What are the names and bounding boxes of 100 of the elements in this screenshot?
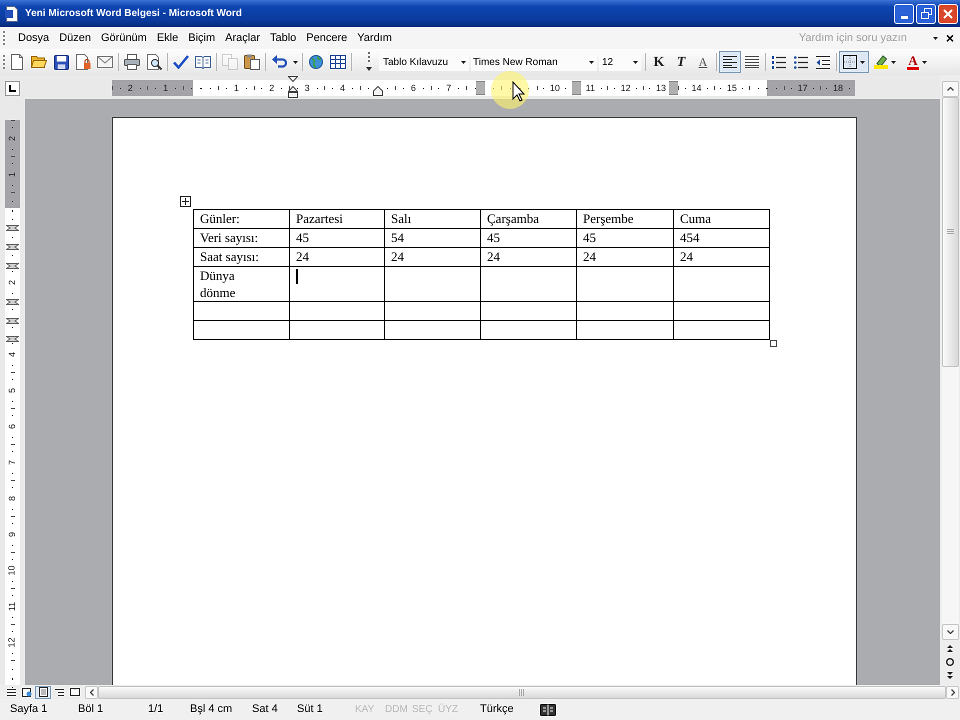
row-marker-icon[interactable] bbox=[6, 244, 19, 250]
print-layout-view-button[interactable] bbox=[35, 686, 51, 698]
row-marker-icon[interactable] bbox=[6, 336, 19, 342]
caret-down-icon bbox=[860, 60, 865, 64]
menu-item[interactable]: Ekle bbox=[152, 30, 184, 46]
ruler-number: 5 bbox=[8, 388, 17, 393]
font-size-dropdown[interactable]: 12 bbox=[599, 53, 641, 71]
column-marker-icon[interactable] bbox=[572, 81, 581, 95]
horizontal-scrollbar-thumb[interactable] bbox=[98, 686, 946, 698]
ruler-number: 7 bbox=[8, 460, 17, 465]
check-mark-icon bbox=[173, 55, 189, 69]
mouse-pointer-icon bbox=[490, 70, 530, 110]
table-cell: 24 bbox=[290, 248, 384, 266]
double-down-arrow-icon bbox=[947, 672, 953, 679]
circle-icon bbox=[946, 658, 954, 666]
row-marker-icon[interactable] bbox=[6, 318, 19, 324]
scroll-left-button[interactable] bbox=[85, 686, 98, 698]
scroll-down-button[interactable] bbox=[942, 624, 958, 640]
ruler-number: 2 bbox=[269, 83, 274, 93]
menu-item[interactable]: Düzen bbox=[54, 30, 96, 46]
clipboard-icon bbox=[244, 54, 260, 70]
grip-lines-icon bbox=[519, 688, 525, 696]
ruler-number: 12 bbox=[620, 83, 631, 93]
status-text: ÜYZ bbox=[438, 704, 458, 716]
scroll-up-button[interactable] bbox=[942, 81, 958, 97]
table-cell: Salı bbox=[384, 210, 480, 228]
table-cell: 45 bbox=[290, 228, 384, 248]
numbered-list-icon bbox=[772, 56, 786, 68]
align-left-button[interactable] bbox=[719, 51, 741, 73]
table-cell: 24 bbox=[576, 248, 674, 266]
scroll-right-button[interactable] bbox=[946, 686, 959, 698]
restore-icon bbox=[920, 8, 932, 19]
table-cell: 454 bbox=[674, 228, 770, 248]
ruler-number: 12 bbox=[8, 638, 17, 648]
status-text: DDM bbox=[385, 704, 408, 716]
table-cell: 54 bbox=[384, 228, 480, 248]
caret-down-icon bbox=[922, 60, 927, 64]
indent-marker-icon[interactable] bbox=[373, 86, 383, 96]
status-text: 1/1 bbox=[148, 703, 164, 716]
menu-item[interactable]: Dosya bbox=[13, 30, 54, 46]
bold-button[interactable]: K bbox=[648, 51, 670, 73]
restore-button[interactable] bbox=[916, 4, 936, 24]
font-dropdown[interactable]: Times New Roman bbox=[471, 53, 597, 71]
menu-item[interactable]: Biçim bbox=[183, 30, 220, 46]
vertical-scrollbar-thumb[interactable] bbox=[942, 97, 958, 367]
open-book-icon bbox=[195, 56, 211, 68]
globe-icon bbox=[309, 55, 323, 69]
ruler-number: 6 bbox=[410, 83, 416, 93]
column-marker-icon[interactable] bbox=[476, 81, 485, 95]
menu-item[interactable]: Araçlar bbox=[220, 30, 265, 46]
borders-button[interactable] bbox=[839, 51, 869, 73]
caret-down-icon bbox=[933, 36, 938, 40]
row-marker-icon[interactable] bbox=[6, 225, 19, 231]
underline-button[interactable]: A bbox=[692, 51, 714, 73]
close-document-button[interactable]: × bbox=[944, 30, 956, 46]
document-lock-icon bbox=[76, 54, 90, 70]
menu-item[interactable]: Tablo bbox=[264, 30, 302, 46]
toolbar-options-icon[interactable] bbox=[366, 52, 372, 72]
page-icon bbox=[38, 687, 48, 697]
tab-selector-button[interactable] bbox=[5, 80, 20, 96]
chevron-right-icon bbox=[950, 688, 954, 696]
table-cell: 24 bbox=[384, 248, 480, 266]
print-button[interactable] bbox=[121, 51, 143, 73]
table-cell: 24 bbox=[674, 248, 770, 266]
row-marker-icon[interactable] bbox=[6, 263, 19, 269]
italic-button[interactable]: T bbox=[670, 51, 692, 73]
status-text: SEÇ bbox=[412, 704, 433, 716]
outline-list-icon bbox=[54, 688, 64, 696]
ruler-number: 11 bbox=[586, 83, 595, 93]
row-marker-icon[interactable] bbox=[6, 299, 19, 305]
caret-down-icon bbox=[461, 60, 466, 64]
help-search-field[interactable]: Yardım için soru yazın bbox=[798, 30, 924, 46]
ruler-number: 11 bbox=[8, 602, 17, 612]
undo-arrow-icon bbox=[272, 55, 286, 69]
status-text: Böl 1 bbox=[78, 703, 104, 716]
open-book-icon bbox=[540, 704, 556, 716]
table-move-handle-icon[interactable] bbox=[180, 196, 191, 207]
indent-marker-icon[interactable] bbox=[288, 76, 298, 98]
reading-layout-button[interactable] bbox=[67, 686, 83, 698]
lines-icon bbox=[6, 688, 16, 696]
menu-item[interactable]: Pencere bbox=[301, 30, 352, 46]
status-text: KAY bbox=[355, 704, 374, 716]
status-text: Bşl 4 cm bbox=[190, 703, 232, 716]
style-dropdown[interactable]: Tablo Kılavuzu bbox=[379, 53, 469, 71]
caret-down-icon bbox=[292, 60, 298, 64]
menu-item[interactable]: Yardım bbox=[352, 30, 397, 46]
close-button[interactable] bbox=[938, 4, 958, 24]
resize-handle-icon[interactable] bbox=[770, 340, 777, 347]
menu-item[interactable]: Görünüm bbox=[96, 30, 152, 46]
minimize-button[interactable] bbox=[894, 4, 914, 24]
ruler-number: 9 bbox=[8, 532, 17, 537]
decrease-indent-icon bbox=[816, 56, 830, 68]
caret-down-icon bbox=[633, 60, 638, 64]
table-cell: Cuma bbox=[674, 210, 770, 228]
ruler-number: 17 bbox=[798, 83, 808, 93]
font-color-button[interactable]: A bbox=[901, 51, 933, 73]
column-marker-icon[interactable] bbox=[669, 81, 678, 95]
window-title: Yeni Microsoft Word Belgesi - Microsoft Word bbox=[25, 7, 242, 21]
ruler-number: 10 bbox=[550, 83, 560, 93]
open-book-icon bbox=[70, 688, 80, 696]
